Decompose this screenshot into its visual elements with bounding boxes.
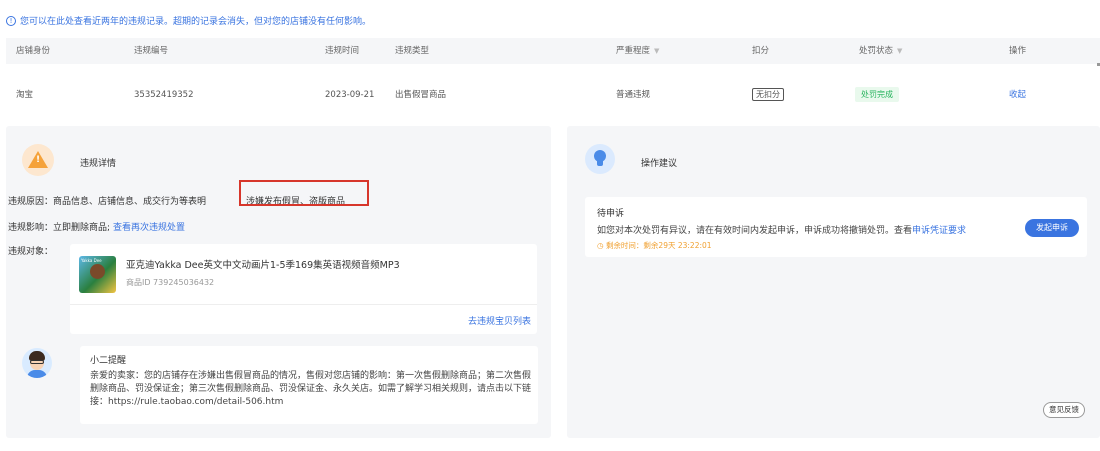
product-thumbnail[interactable]: Yakka Dee (79, 256, 116, 293)
reason-label: 违规原因： (8, 197, 54, 207)
notice-bar: ! 您可以在此处查看近两年的违规记录。超期的记录会消失，但对您的店铺没有任何影响… (6, 14, 371, 27)
reason-text: 商品信息、店铺信息、成交行为等表明 (53, 197, 207, 207)
table-row: 淘宝 35352419352 2023-09-21 出售假冒商品 普通违规 无扣… (6, 66, 1100, 124)
lightbulb-icon (585, 144, 615, 174)
start-appeal-button[interactable]: 发起申诉 (1025, 219, 1079, 237)
cell-status: 处罚完成 (855, 66, 899, 124)
violation-items-link[interactable]: 去违规宝贝列表 (468, 314, 531, 327)
appeal-status: 待申诉 (597, 209, 625, 219)
tip-body: 亲爱的卖家：您的店铺存在涉嫌出售假冒商品的情况，售假对您店铺的影响：第一次售假删… (90, 371, 532, 407)
warning-icon: ! (22, 144, 54, 176)
repeat-violation-link[interactable]: 查看再次违规处置 (113, 223, 185, 233)
object-label: 违规对象： (8, 247, 54, 257)
feedback-button[interactable]: 意见反馈 (1043, 402, 1085, 418)
header-action: 操作 (1009, 46, 1027, 56)
tip-title: 小二提醒 (90, 356, 127, 366)
details-title: 违规详情 (80, 159, 117, 169)
product-name[interactable]: 亚克迪Yakka Dee英文中文动画片1-5季169集英语视频音频MP3 (126, 257, 400, 271)
collapse-link[interactable]: 收起 (1009, 66, 1026, 124)
operation-advice-panel: 操作建议 待申诉 如您对本次处罚有异议，请在有效时间内发起申诉，申诉成功将撤销处… (567, 126, 1100, 438)
cell-violation-id: 35352419352 (134, 90, 194, 100)
assistant-avatar (22, 348, 52, 378)
appeal-requirements-link[interactable]: 申诉凭证要求 (912, 226, 966, 236)
impact-label: 违规影响： (8, 223, 54, 233)
header-status-label: 处罚状态 (859, 46, 894, 56)
clock-icon: ◷ (597, 241, 604, 250)
cell-severity: 普通违规 (616, 90, 651, 100)
violation-object-card: Yakka Dee 亚克迪Yakka Dee英文中文动画片1-5季169集英语视… (70, 244, 537, 334)
violation-details-panel: ! 违规详情 违规原因：商品信息、店铺信息、成交行为等表明 涉嫌发布假冒、盗版商… (6, 126, 551, 438)
notice-text: 您可以在此处查看近两年的违规记录。超期的记录会消失，但对您的店铺没有任何影响。 (20, 17, 372, 27)
cell-type: 出售假冒商品 (395, 90, 447, 100)
header-status[interactable]: 处罚状态 ▼ (859, 38, 902, 64)
header-shop: 店铺身份 (16, 46, 51, 56)
highlight-annotation (239, 180, 369, 206)
info-icon: ! (6, 15, 16, 26)
filter-icon[interactable]: ▼ (897, 38, 902, 64)
cell-time: 2023-09-21 (325, 90, 375, 100)
header-severity-label: 严重程度 (616, 46, 651, 56)
assistant-tip-card: 小二提醒 亲爱的卖家：您的店铺存在涉嫌出售假冒商品的情况，售假对您店铺的影响：第… (80, 346, 538, 424)
violation-reason: 违规原因：商品信息、店铺信息、成交行为等表明 (8, 194, 206, 207)
header-type: 违规类型 (395, 46, 430, 56)
appeal-description: 如您对本次处罚有异议，请在有效时间内发起申诉，申诉成功将撤销处罚。查看申诉凭证要… (597, 223, 966, 236)
violation-impact: 违规影响：立即删除商品; 查看再次违规处置 (8, 220, 185, 233)
header-violation-id: 违规编号 (134, 46, 169, 56)
table-header: 店铺身份 违规编号 违规时间 违规类型 严重程度 ▼ 扣分 处罚状态 ▼ 操作 (6, 38, 1100, 64)
appeal-countdown: ◷ 剩余时间：剩余29天 23:22:01 (597, 240, 712, 251)
countdown-text: 剩余时间：剩余29天 23:22:01 (605, 241, 712, 250)
status-badge: 处罚完成 (855, 87, 899, 102)
appeal-card: 待申诉 如您对本次处罚有异议，请在有效时间内发起申诉，申诉成功将撤销处罚。查看申… (585, 197, 1087, 257)
header-points: 扣分 (752, 46, 770, 56)
filter-icon[interactable]: ▼ (654, 38, 659, 64)
advice-title: 操作建议 (641, 159, 678, 169)
points-tag: 无扣分 (752, 88, 784, 101)
product-id: 商品ID 739245036432 (126, 278, 215, 287)
appeal-desc-text: 如您对本次处罚有异议，请在有效时间内发起申诉，申诉成功将撤销处罚。查看 (597, 226, 913, 236)
impact-text: 立即删除商品; (53, 223, 111, 233)
divider (70, 304, 537, 305)
cell-shop: 淘宝 (16, 90, 34, 100)
header-time: 违规时间 (325, 46, 360, 56)
header-severity[interactable]: 严重程度 ▼ (616, 38, 659, 64)
cell-points: 无扣分 (752, 66, 784, 124)
